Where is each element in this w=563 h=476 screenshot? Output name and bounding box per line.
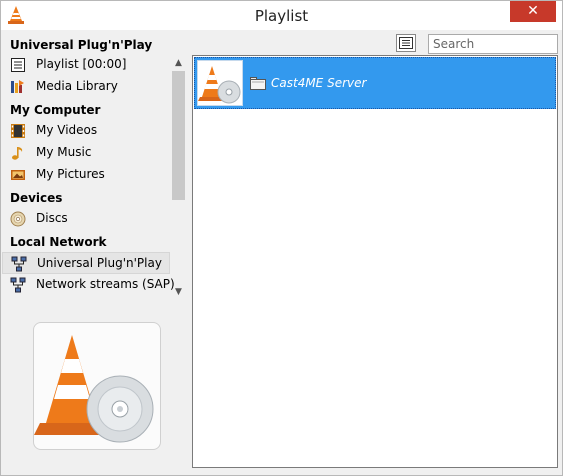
network-icon [11,256,27,272]
sidebar-item-my-videos[interactable]: My Videos [2,120,170,142]
sidebar-item-label: Media Library [36,79,118,93]
media-library-icon [11,80,24,93]
vlc-disc-thumbnail-icon [198,66,241,104]
disc-icon [10,211,26,227]
playlist-item[interactable]: Cast4ME Server [194,57,556,109]
sidebar-item-my-pictures[interactable]: My Pictures [2,164,170,186]
scroll-up-icon[interactable]: ▲ [170,55,187,71]
title-bar: Playlist ✕ [1,1,562,30]
playlist-icon [11,58,25,72]
picture-icon [11,170,25,180]
scroll-down-icon[interactable]: ▼ [170,284,187,300]
sidebar-item-label: Network streams (SAP) [36,277,175,291]
sidebar-scrollbar[interactable]: ▲ ▼ [170,55,187,300]
sidebar: Universal Plug'n'Play Playlist [00:00] M… [2,34,187,299]
sidebar-item-sap[interactable]: Network streams (SAP) [2,274,175,296]
window-title: Playlist [254,7,309,25]
sidebar-item-label: My Music [36,145,92,159]
sidebar-item-media-library[interactable]: Media Library [2,76,170,98]
album-art [33,322,161,450]
sidebar-item-label: Playlist [00:00] [36,57,127,71]
sidebar-header-local-network: Local Network [10,235,107,249]
sidebar-item-discs[interactable]: Discs [2,208,170,230]
network-icon [10,277,26,293]
close-button[interactable]: ✕ [510,1,556,22]
scrollbar-thumb[interactable] [172,71,185,200]
sidebar-item-label: My Pictures [36,167,105,181]
sidebar-header-my-computer: My Computer [10,103,101,117]
sidebar-item-my-music[interactable]: My Music [2,142,170,164]
music-note-icon [12,147,23,160]
film-icon [11,124,25,138]
sidebar-item-playlist[interactable]: Playlist [00:00] [2,54,170,76]
sidebar-item-label: My Videos [36,123,98,137]
list-view-icon[interactable] [396,34,416,52]
playlist-item-name: Cast4ME Server [271,76,367,90]
sidebar-item-upnp[interactable]: Universal Plug'n'Play [2,252,170,274]
item-thumbnail [197,60,243,106]
vlc-disc-art-icon [34,335,154,443]
sidebar-header-devices: Devices [10,191,63,205]
folder-icon [250,77,266,90]
sidebar-item-label: Discs [36,211,68,225]
sidebar-header-upnp: Universal Plug'n'Play [10,38,153,52]
sidebar-item-label: Universal Plug'n'Play [37,256,162,270]
playlist-view[interactable]: Cast4ME Server [192,55,558,468]
playlist-window: Playlist ✕ Universal Plug'n'Play Playlis… [0,0,563,476]
search-input[interactable] [428,34,558,54]
